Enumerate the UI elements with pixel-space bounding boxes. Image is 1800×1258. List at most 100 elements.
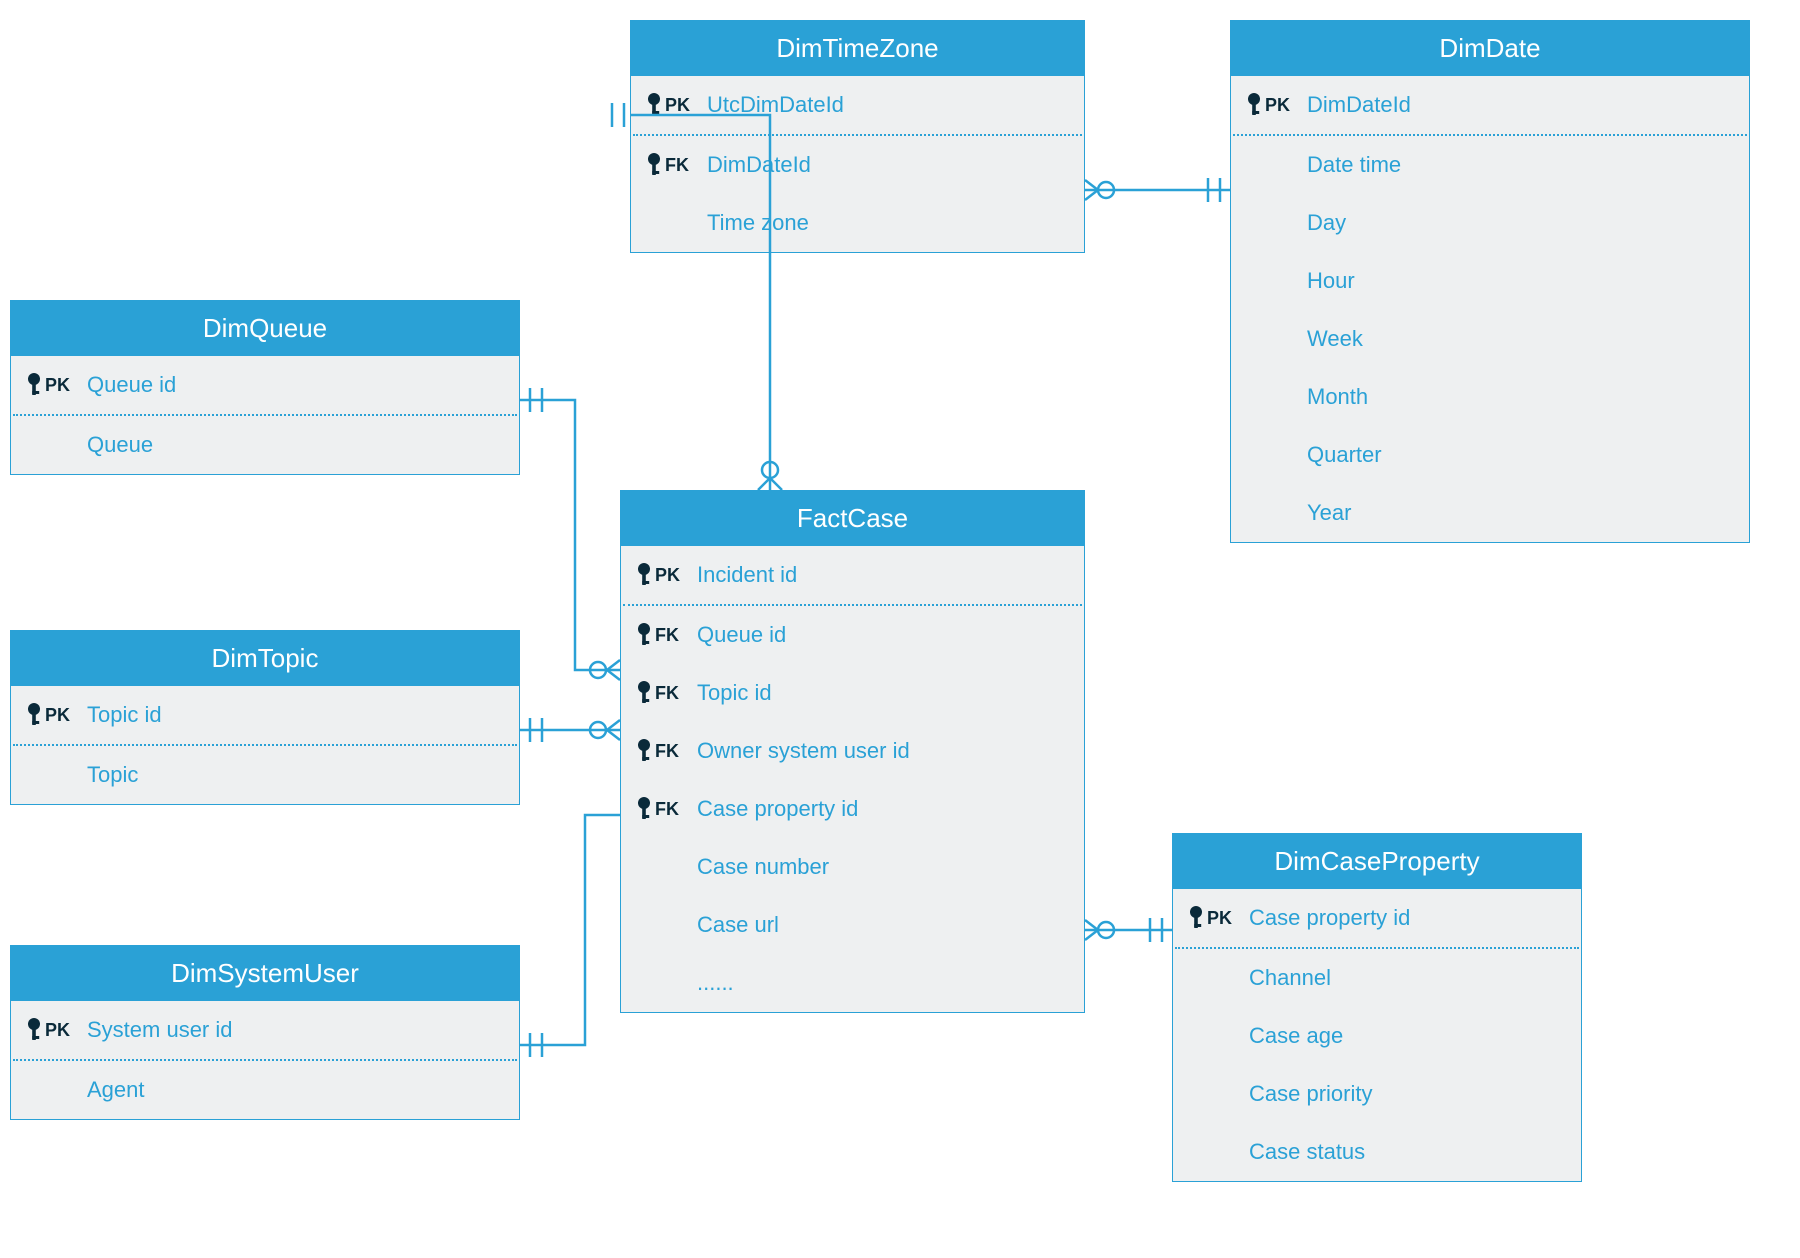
column-row: Case url [621, 896, 1084, 954]
key-tag: FK [655, 625, 679, 646]
entity-header: FactCase [621, 491, 1084, 546]
column-row: Month [1231, 368, 1749, 426]
column-row: FK Case property id [621, 780, 1084, 838]
key-tag: PK [45, 375, 70, 396]
key-tag: FK [655, 683, 679, 704]
entity-columns: PK Case property id Channel Case age Case pr… [1173, 889, 1581, 1181]
column-row: Topic [11, 746, 519, 804]
entity-header: DimCaseProperty [1173, 834, 1581, 889]
pk-icon: PK [25, 372, 87, 398]
column-row: Agent [11, 1061, 519, 1119]
key-tag: PK [655, 565, 680, 586]
column-row: PK DimDateId [1231, 76, 1749, 134]
column-label: Queue id [87, 372, 176, 398]
column-row: FKTopic id [621, 664, 1084, 722]
column-label: Case property id [1249, 905, 1410, 931]
column-row: Case number [621, 838, 1084, 896]
key-tag: FK [655, 799, 679, 820]
fk-icon: FK [645, 152, 707, 178]
column-row: PK System user id [11, 1001, 519, 1059]
column-label: System user id [87, 1017, 233, 1043]
column-label: Hour [1307, 268, 1355, 294]
entity-header: DimSystemUser [11, 946, 519, 1001]
entity-dimtopic: DimTopic PKTopic id Topic [10, 630, 520, 805]
entity-header: DimTopic [11, 631, 519, 686]
column-row: Case priority [1173, 1065, 1581, 1123]
fk-icon: FK [635, 796, 697, 822]
entity-dimcaseproperty: DimCaseProperty PK Case property id Channe… [1172, 833, 1582, 1182]
entity-columns: PK DimDateId Date time Day Hour Week Month Quar… [1231, 76, 1749, 542]
column-label: Case status [1249, 1139, 1365, 1165]
column-row: Week [1231, 310, 1749, 368]
key-tag: PK [1207, 908, 1232, 929]
column-row: Channel [1173, 949, 1581, 1007]
column-label: Queue [87, 432, 153, 458]
column-row: Hour [1231, 252, 1749, 310]
entity-columns: PKIncident id FKQueue id FKTopic id FKOw… [621, 546, 1084, 1012]
key-tag: PK [45, 1020, 70, 1041]
entity-dimdate: DimDate PK DimDateId Date time Day Hour Week M… [1230, 20, 1750, 543]
column-label: Week [1307, 326, 1363, 352]
entity-dimtimezone: DimTimeZone PK UtcDimDateId FK DimDateId Ti… [630, 20, 1085, 253]
column-row: PK UtcDimDateId [631, 76, 1084, 134]
column-label: Owner system user id [697, 738, 910, 764]
pk-icon: PK [1245, 92, 1307, 118]
key-tag: PK [45, 705, 70, 726]
entity-columns: PK System user id Agent [11, 1001, 519, 1119]
column-row: PK Incident id [621, 546, 1084, 604]
column-label: Day [1307, 210, 1346, 236]
er-diagram-canvas: DimQueue PKQueue idQueueDimTopic PKTopic… [0, 0, 1800, 1258]
column-row: Day [1231, 194, 1749, 252]
column-row: Year [1231, 484, 1749, 542]
column-label: Agent [87, 1077, 145, 1103]
entity-header: DimDate [1231, 21, 1749, 76]
pk-icon: PK [25, 1017, 87, 1043]
column-label: Case priority [1249, 1081, 1372, 1107]
column-label: Case age [1249, 1023, 1343, 1049]
column-label: Quarter [1307, 442, 1382, 468]
column-label: Incident id [697, 562, 797, 588]
column-row: FK Queue id [621, 606, 1084, 664]
entity-header: DimQueue [11, 301, 519, 356]
key-tag: FK [665, 155, 689, 176]
column-label: DimDateId [1307, 92, 1411, 118]
pk-icon: PK [635, 562, 697, 588]
column-label: DimDateId [707, 152, 811, 178]
entity-header: DimTimeZone [631, 21, 1084, 76]
column-row: Time zone [631, 194, 1084, 252]
column-label: UtcDimDateId [707, 92, 844, 118]
column-row: PKTopic id [11, 686, 519, 744]
entity-dimsystemuser: DimSystemUser PK System user id Agent [10, 945, 520, 1120]
entity-columns: PKTopic id Topic [11, 686, 519, 804]
pk-icon: PK [25, 702, 87, 728]
column-label: Case url [697, 912, 779, 938]
column-row: PK Case property id [1173, 889, 1581, 947]
column-row: ...... [621, 954, 1084, 1012]
column-label: Month [1307, 384, 1368, 410]
column-label: Time zone [707, 210, 809, 236]
pk-icon: PK [645, 92, 707, 118]
fk-icon: FK [635, 738, 697, 764]
column-label: ...... [697, 970, 734, 996]
column-row: FK DimDateId [631, 136, 1084, 194]
entity-factcase: FactCase PK Incident id FK Queue id FKTopi… [620, 490, 1085, 1013]
fk-icon: FK [635, 680, 697, 706]
entity-columns: PK UtcDimDateId FK DimDateId Time zone [631, 76, 1084, 252]
column-row: Queue [11, 416, 519, 474]
column-row: Case age [1173, 1007, 1581, 1065]
column-label: Date time [1307, 152, 1401, 178]
pk-icon: PK [1187, 905, 1249, 931]
column-label: Case property id [697, 796, 858, 822]
column-label: Year [1307, 500, 1351, 526]
column-label: Case number [697, 854, 829, 880]
key-tag: PK [1265, 95, 1290, 116]
column-label: Topic [87, 762, 138, 788]
column-label: Queue id [697, 622, 786, 648]
fk-icon: FK [635, 622, 697, 648]
column-row: Case status [1173, 1123, 1581, 1181]
key-tag: PK [665, 95, 690, 116]
column-row: FKOwner system user id [621, 722, 1084, 780]
column-row: Date time [1231, 136, 1749, 194]
column-label: Channel [1249, 965, 1331, 991]
column-row: Quarter [1231, 426, 1749, 484]
